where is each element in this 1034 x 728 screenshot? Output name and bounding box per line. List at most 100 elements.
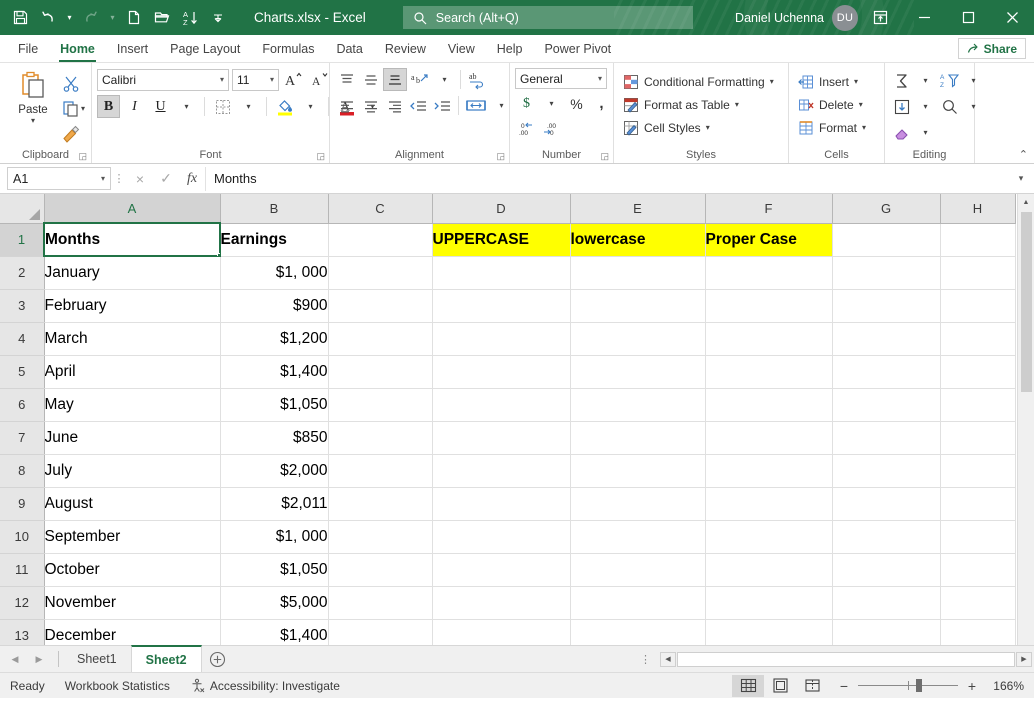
cell-A1[interactable]: Months (44, 223, 220, 256)
middle-align-button[interactable] (359, 68, 382, 91)
cell-E12[interactable] (570, 586, 705, 619)
font-size-input[interactable]: 11▾ (232, 69, 279, 91)
add-sheet-button[interactable] (202, 646, 234, 672)
cell-A12[interactable]: November (44, 586, 220, 619)
close-icon[interactable] (990, 0, 1034, 35)
cell-D3[interactable] (432, 289, 570, 322)
tabstrip-splitter[interactable]: ⋮ (632, 653, 660, 666)
cell-B12[interactable]: $5,000 (220, 586, 328, 619)
cell-C11[interactable] (328, 553, 432, 586)
cell-G11[interactable] (832, 553, 940, 586)
accessibility-button[interactable]: Accessibility: Investigate (180, 678, 350, 693)
name-box[interactable]: A1 ▾ (7, 167, 111, 190)
cell-A10[interactable]: September (44, 520, 220, 553)
cell-F3[interactable] (705, 289, 832, 322)
cell-A4[interactable]: March (44, 322, 220, 355)
conditional-formatting-button[interactable]: Conditional Formatting ▾ (619, 70, 778, 93)
cell-H7[interactable] (940, 421, 1015, 454)
fill-handle[interactable] (217, 253, 221, 257)
borders-button[interactable] (211, 95, 234, 118)
tab-data[interactable]: Data (325, 35, 373, 62)
cell-H1[interactable] (940, 223, 1015, 256)
cell-E11[interactable] (570, 553, 705, 586)
cell-D13[interactable] (432, 619, 570, 645)
cell-B5[interactable]: $1,400 (220, 355, 328, 388)
cell-B6[interactable]: $1,050 (220, 388, 328, 421)
cell-G4[interactable] (832, 322, 940, 355)
cell-D7[interactable] (432, 421, 570, 454)
confirm-entry-button[interactable]: ✓ (153, 167, 179, 191)
format-cells-button[interactable]: Format ▾ (794, 116, 870, 139)
increase-indent-button[interactable] (431, 94, 454, 117)
cell-C6[interactable] (328, 388, 432, 421)
column-header-h[interactable]: H (940, 194, 1015, 223)
cell-F1[interactable]: Proper Case (705, 223, 832, 256)
fill-color-button[interactable] (273, 95, 296, 118)
cell-G5[interactable] (832, 355, 940, 388)
cell-F8[interactable] (705, 454, 832, 487)
clipboard-dialog-launcher[interactable]: ◲ (78, 151, 87, 162)
row-header-11[interactable]: 11 (0, 553, 44, 586)
cell-G7[interactable] (832, 421, 940, 454)
fill-dropdown-icon[interactable]: ▾ (914, 95, 937, 118)
tab-power-pivot[interactable]: Power Pivot (533, 35, 622, 62)
percent-style-button[interactable]: % (565, 92, 588, 115)
column-header-g[interactable]: G (832, 194, 940, 223)
cell-B11[interactable]: $1,050 (220, 553, 328, 586)
cell-D10[interactable] (432, 520, 570, 553)
underline-button[interactable]: U (149, 95, 172, 118)
cell-C7[interactable] (328, 421, 432, 454)
cell-E13[interactable] (570, 619, 705, 645)
cell-B10[interactable]: $1, 000 (220, 520, 328, 553)
cell-G10[interactable] (832, 520, 940, 553)
vertical-scroll-thumb[interactable] (1021, 212, 1032, 392)
cell-F7[interactable] (705, 421, 832, 454)
decrease-decimal-button[interactable]: 0.00 (515, 117, 539, 140)
zoom-level-label[interactable]: 166% (988, 679, 1034, 693)
cell-H5[interactable] (940, 355, 1015, 388)
cell-D1[interactable]: UPPERCASE (432, 223, 570, 256)
cell-A6[interactable]: May (44, 388, 220, 421)
undo-icon[interactable] (34, 4, 62, 32)
sort-az-icon[interactable]: AZ (176, 4, 204, 32)
tab-insert[interactable]: Insert (106, 35, 159, 62)
comma-style-button[interactable]: , (590, 92, 613, 115)
search-input[interactable]: Search (Alt+Q) (436, 11, 519, 25)
cell-E7[interactable] (570, 421, 705, 454)
cell-H2[interactable] (940, 256, 1015, 289)
merge-and-center-button[interactable] (463, 94, 489, 117)
cell-H10[interactable] (940, 520, 1015, 553)
paste-button[interactable]: Paste ▾ (5, 68, 61, 125)
avatar[interactable]: DU (832, 5, 858, 31)
row-header-4[interactable]: 4 (0, 322, 44, 355)
collapse-ribbon-button[interactable]: ⌃ (1019, 148, 1028, 161)
cell-E5[interactable] (570, 355, 705, 388)
cell-A13[interactable]: December (44, 619, 220, 645)
tab-formulas[interactable]: Formulas (251, 35, 325, 62)
bold-button[interactable]: B (97, 95, 120, 118)
align-left-button[interactable] (335, 94, 358, 117)
zoom-slider-thumb[interactable] (916, 679, 922, 692)
row-header-12[interactable]: 12 (0, 586, 44, 619)
cell-C1[interactable] (328, 223, 432, 256)
select-all-corner[interactable] (0, 194, 44, 223)
cell-G3[interactable] (832, 289, 940, 322)
format-as-table-button[interactable]: Format as Table ▾ (619, 93, 743, 116)
redo-icon[interactable] (77, 4, 105, 32)
cell-F5[interactable] (705, 355, 832, 388)
cell-H13[interactable] (940, 619, 1015, 645)
zoom-out-button[interactable]: − (838, 678, 850, 694)
cell-B13[interactable]: $1,400 (220, 619, 328, 645)
cell-H3[interactable] (940, 289, 1015, 322)
cell-H8[interactable] (940, 454, 1015, 487)
bottom-align-button[interactable] (383, 68, 407, 91)
autosum-button[interactable] (890, 69, 913, 92)
cell-C10[interactable] (328, 520, 432, 553)
row-header-13[interactable]: 13 (0, 619, 44, 645)
page-break-preview-button[interactable] (796, 675, 828, 697)
expand-formula-bar-icon[interactable]: ▾ (1010, 173, 1032, 184)
cut-button[interactable] (61, 72, 85, 95)
cell-G13[interactable] (832, 619, 940, 645)
paste-dropdown-icon[interactable]: ▾ (31, 116, 35, 125)
copy-button[interactable]: ▾ (61, 97, 85, 120)
